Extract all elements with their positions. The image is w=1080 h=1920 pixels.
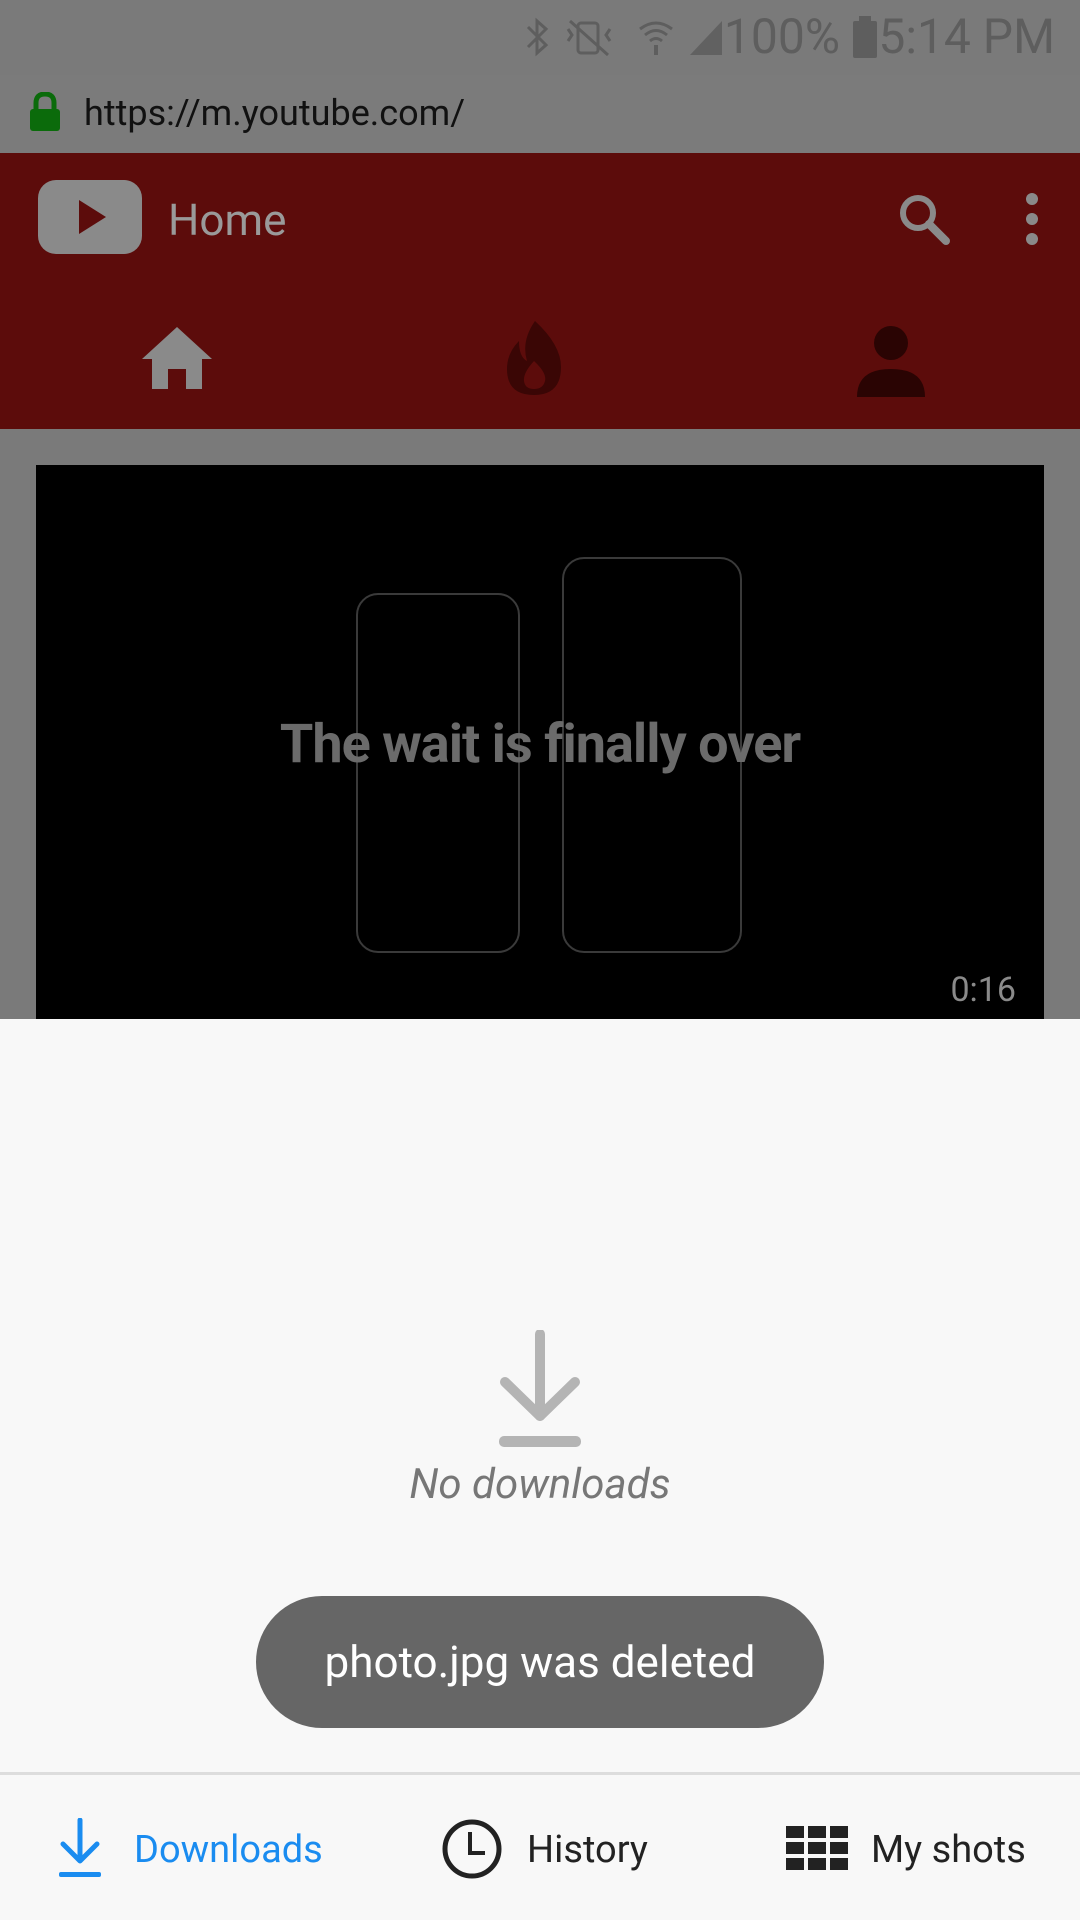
page-title: Home xyxy=(168,194,287,246)
tab-my-shots-label: My shots xyxy=(871,1828,1026,1872)
more-options-icon[interactable] xyxy=(1020,191,1044,247)
search-icon[interactable] xyxy=(896,191,952,247)
signal-icon xyxy=(690,21,722,55)
wifi-icon xyxy=(639,21,673,55)
dimmed-webpage: 100% 5:14 PM https://m.youtube.com/ Home… xyxy=(0,0,1080,1019)
account-icon[interactable] xyxy=(855,325,927,397)
download-icon xyxy=(499,1330,581,1447)
bluetooth-icon xyxy=(526,17,549,57)
vibrate-mute-icon xyxy=(566,19,612,57)
url-text[interactable]: https://m.youtube.com/ xyxy=(84,92,465,134)
toast-text: photo.jpg was deleted xyxy=(324,1636,756,1688)
battery-icon xyxy=(853,16,877,58)
tab-downloads-label: Downloads xyxy=(134,1828,323,1872)
video-thumbnail[interactable]: The wait is finally over 0:16 xyxy=(36,465,1044,1019)
toast-message: photo.jpg was deleted xyxy=(256,1596,824,1728)
status-time: 5:14 PM xyxy=(878,8,1055,65)
video-duration: 0:16 xyxy=(950,970,1016,1010)
empty-state-text: No downloads xyxy=(409,1460,671,1509)
youtube-logo-icon[interactable] xyxy=(38,180,142,254)
download-icon xyxy=(59,1818,101,1877)
trending-icon[interactable] xyxy=(503,319,565,397)
tab-history-label: History xyxy=(527,1828,648,1872)
grid-icon xyxy=(786,1826,848,1870)
video-overlay-text: The wait is finally over xyxy=(279,713,801,776)
home-icon[interactable] xyxy=(140,325,214,391)
lock-icon xyxy=(30,92,60,131)
status-bar: 100% 5:14 PM xyxy=(0,0,1080,75)
clock-icon xyxy=(442,1819,502,1879)
youtube-header xyxy=(0,153,1080,429)
battery-percent: 100% xyxy=(723,8,840,65)
